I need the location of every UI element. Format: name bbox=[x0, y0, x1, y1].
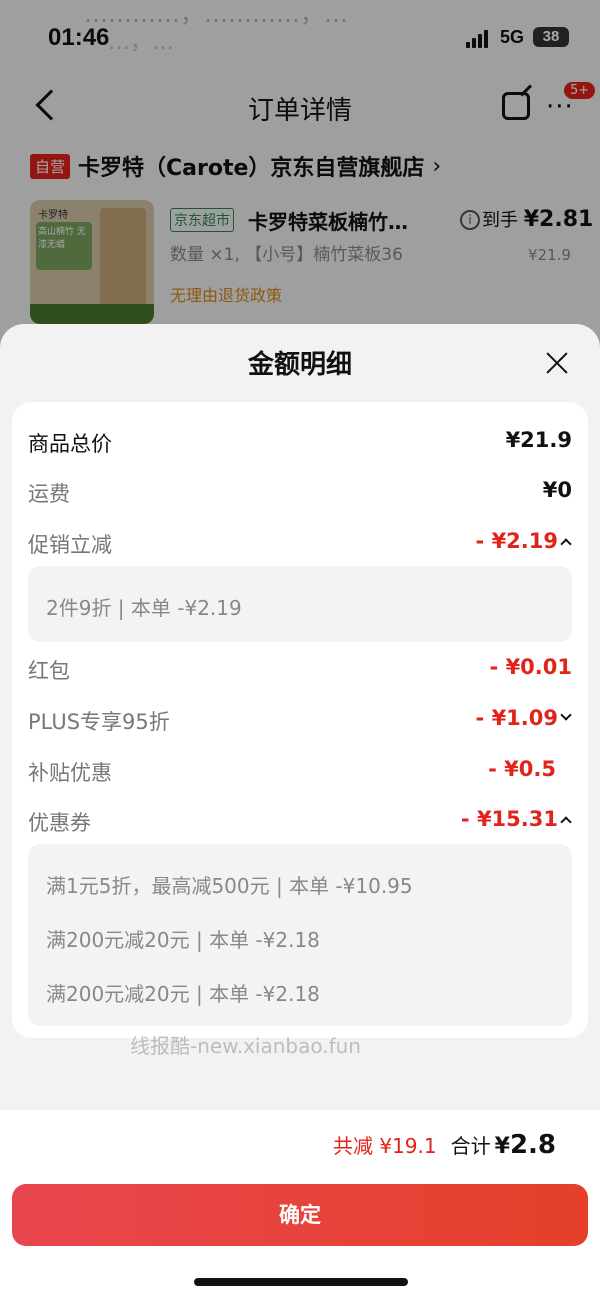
row-value: - ¥1.09 bbox=[475, 706, 558, 730]
row-label: 商品总价 bbox=[28, 432, 112, 456]
row-label: 补贴优惠 bbox=[28, 761, 112, 785]
row-coupon[interactable]: 优惠券 - ¥15.31 bbox=[28, 807, 572, 837]
row-shipping: 运费 ¥0 bbox=[28, 478, 572, 508]
currency-symbol: ¥ bbox=[494, 1134, 510, 1159]
row-value: ¥21.9 bbox=[505, 428, 572, 452]
sheet-title: 金额明细 bbox=[247, 350, 352, 380]
row-label: PLUS专享95折 bbox=[28, 710, 170, 734]
close-icon[interactable] bbox=[544, 350, 570, 376]
chevron-down-icon[interactable] bbox=[560, 709, 572, 721]
total-line: 共减 ¥19.1 合计 ¥2.8 bbox=[333, 1130, 556, 1160]
home-indicator[interactable] bbox=[194, 1278, 408, 1286]
detail-line: 满1元5折，最高减500元 | 本单 -¥10.95 bbox=[46, 874, 413, 898]
row-value: - ¥0.5 bbox=[488, 757, 556, 781]
footer-bar: 共减 ¥19.1 合计 ¥2.8 确定 bbox=[0, 1110, 600, 1298]
row-value: - ¥0.01 bbox=[489, 655, 572, 679]
total-label: 合计 bbox=[450, 1134, 491, 1158]
chevron-up-icon[interactable] bbox=[560, 816, 572, 828]
row-value: - ¥2.19 bbox=[475, 529, 558, 553]
total-saved: 共减 ¥19.1 bbox=[333, 1134, 437, 1158]
row-label: 促销立减 bbox=[28, 533, 112, 557]
detail-line: 满200元减20元 | 本单 -¥2.18 bbox=[46, 982, 320, 1006]
row-item-total: 商品总价 ¥21.9 bbox=[28, 428, 572, 458]
confirm-button[interactable]: 确定 bbox=[12, 1184, 588, 1246]
coupon-details: 满1元5折，最高减500元 | 本单 -¥10.95 满200元减20元 | 本… bbox=[28, 844, 572, 1026]
row-red-packet: 红包 - ¥0.01 bbox=[28, 655, 572, 685]
total-value: 2.8 bbox=[509, 1130, 556, 1160]
detail-line: 2件9折 | 本单 -¥2.19 bbox=[46, 596, 242, 620]
row-subsidy: 补贴优惠 - ¥0.5 bbox=[28, 757, 572, 787]
row-value: - ¥15.31 bbox=[460, 807, 558, 831]
total-amount: ¥2.8 bbox=[495, 1130, 556, 1160]
amount-card: 商品总价 ¥21.9 运费 ¥0 促销立减 - ¥2.19 2件9折 | 本单 … bbox=[12, 402, 588, 1038]
row-label: 红包 bbox=[28, 659, 70, 683]
row-label: 运费 bbox=[28, 482, 70, 506]
watermark: 线报酷-new.xianbao.fun bbox=[130, 1034, 361, 1058]
row-label: 优惠券 bbox=[28, 811, 91, 835]
row-promotion[interactable]: 促销立减 - ¥2.19 bbox=[28, 529, 572, 559]
chevron-up-icon[interactable] bbox=[560, 538, 572, 550]
promotion-details: 2件9折 | 本单 -¥2.19 bbox=[28, 566, 572, 642]
row-value: ¥0 bbox=[542, 478, 572, 502]
detail-line: 满200元减20元 | 本单 -¥2.18 bbox=[46, 928, 320, 952]
row-plus-discount[interactable]: PLUS专享95折 - ¥1.09 bbox=[28, 706, 572, 736]
